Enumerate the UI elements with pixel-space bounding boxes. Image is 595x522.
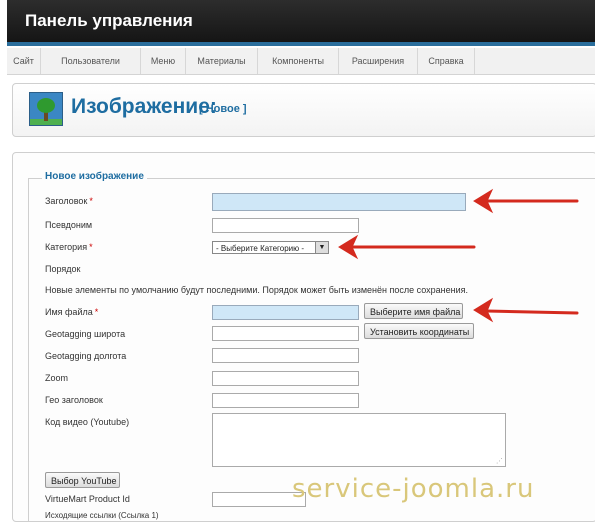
filename-label: Имя файла * <box>45 307 99 317</box>
alias-input[interactable] <box>212 218 359 233</box>
title-label: Заголовок * <box>45 196 93 206</box>
menu-item-users[interactable]: Пользователи <box>41 48 141 74</box>
category-label: Категория * <box>45 242 93 252</box>
watermark: service-joomla.ru <box>292 474 535 504</box>
order-note: Новые элементы по умолчанию будут послед… <box>45 285 468 295</box>
filename-input[interactable] <box>212 305 359 320</box>
geo-title-label: Гео заголовок <box>45 395 103 405</box>
youtube-select-button[interactable]: Выбор YouTube <box>45 472 120 488</box>
main-menu: Сайт Пользователи Меню Материалы Компоне… <box>7 48 595 75</box>
fieldset-legend: Новое изображение <box>42 171 147 182</box>
choose-filename-button[interactable]: Выберите имя файла <box>364 303 463 319</box>
app-title: Панель управления <box>25 11 193 30</box>
video-code-textarea[interactable]: ⋰ <box>212 413 506 467</box>
zoom-label: Zoom <box>45 373 69 383</box>
set-coordinates-button[interactable]: Установить координаты <box>364 323 474 339</box>
alias-label: Псевдоним <box>45 220 93 230</box>
geo-title-input[interactable] <box>212 393 359 408</box>
menu-item-content[interactable]: Материалы <box>186 48 258 74</box>
category-select[interactable]: - Выберите Категорию - ▼ <box>212 241 329 254</box>
resize-grip-icon[interactable]: ⋰ <box>496 457 503 465</box>
geo-lat-input[interactable] <box>212 326 359 341</box>
category-selected-value: - Выберите Категорию - <box>216 244 305 253</box>
page-subtitle: [ Новое ] <box>199 103 247 115</box>
menu-item-components[interactable]: Компоненты <box>258 48 339 74</box>
menu-item-site[interactable]: Сайт <box>7 48 41 74</box>
geo-lng-label: Geotagging долгота <box>45 351 127 361</box>
vm-product-label: VirtueMart Product Id <box>45 494 130 504</box>
geo-lng-input[interactable] <box>212 348 359 363</box>
dropdown-arrow-icon[interactable]: ▼ <box>315 242 328 253</box>
outgoing-links-label: Исходящие ссылки (Ссылка 1) <box>45 511 159 520</box>
video-label: Код видео (Youtube) <box>45 417 130 427</box>
zoom-input[interactable] <box>212 371 359 386</box>
menu-item-help[interactable]: Справка <box>418 48 475 74</box>
title-input[interactable] <box>212 193 466 211</box>
menu-item-menus[interactable]: Меню <box>141 48 186 74</box>
geo-lat-label: Geotagging широта <box>45 329 126 339</box>
menu-item-extensions[interactable]: Расширения <box>339 48 418 74</box>
top-bar: Панель управления <box>7 0 595 46</box>
order-label: Порядок <box>45 264 81 274</box>
image-icon <box>29 92 63 126</box>
page-header: Изображение: [ Новое ] <box>12 83 595 137</box>
page-title: Изображение: <box>71 95 217 118</box>
